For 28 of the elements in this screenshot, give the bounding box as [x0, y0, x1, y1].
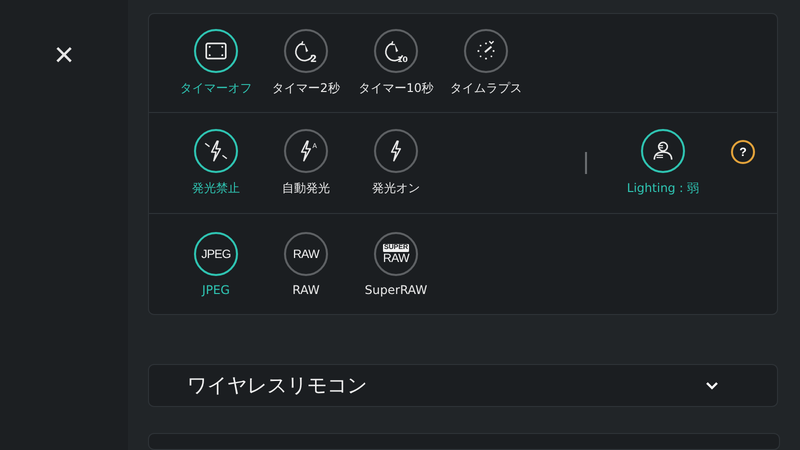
format-mark: JPEG — [201, 246, 231, 260]
option-label: タイマー10秒 — [358, 80, 434, 97]
option-label: 自動発光 — [282, 180, 330, 197]
option-button[interactable]: RAW — [284, 232, 328, 276]
option-button[interactable] — [464, 29, 508, 73]
format-mark: RAW — [292, 246, 320, 260]
lighting-label: Lighting : 弱 — [626, 180, 700, 197]
section-title: ワイヤレスリモコン — [187, 372, 367, 400]
lighting-button[interactable] — [641, 129, 685, 173]
option-button[interactable] — [374, 129, 418, 173]
option-button[interactable] — [194, 129, 238, 173]
help-button[interactable]: ? — [731, 140, 755, 164]
option-label: RAW — [292, 282, 320, 296]
option-label: タイマー2秒 — [272, 80, 340, 97]
format-mark: RAW — [382, 252, 410, 264]
option-label: 発光オン — [372, 180, 420, 197]
option-label: タイマーオフ — [180, 80, 252, 97]
option-label: SuperRAW — [364, 282, 428, 296]
timer-digit: 2 — [310, 54, 317, 64]
option-button[interactable]: 2 — [284, 29, 328, 73]
accordion-header[interactable]: ワイヤレスリモコン — [148, 364, 778, 408]
option-label: JPEG — [202, 282, 230, 296]
flash-off-icon — [203, 138, 229, 164]
option-button[interactable] — [194, 29, 238, 73]
option-label: 発光禁止 — [192, 180, 240, 197]
close-button[interactable]: × — [50, 38, 78, 72]
option-label: タイムラプス — [450, 80, 522, 97]
option-button[interactable]: JPEG — [194, 232, 238, 276]
